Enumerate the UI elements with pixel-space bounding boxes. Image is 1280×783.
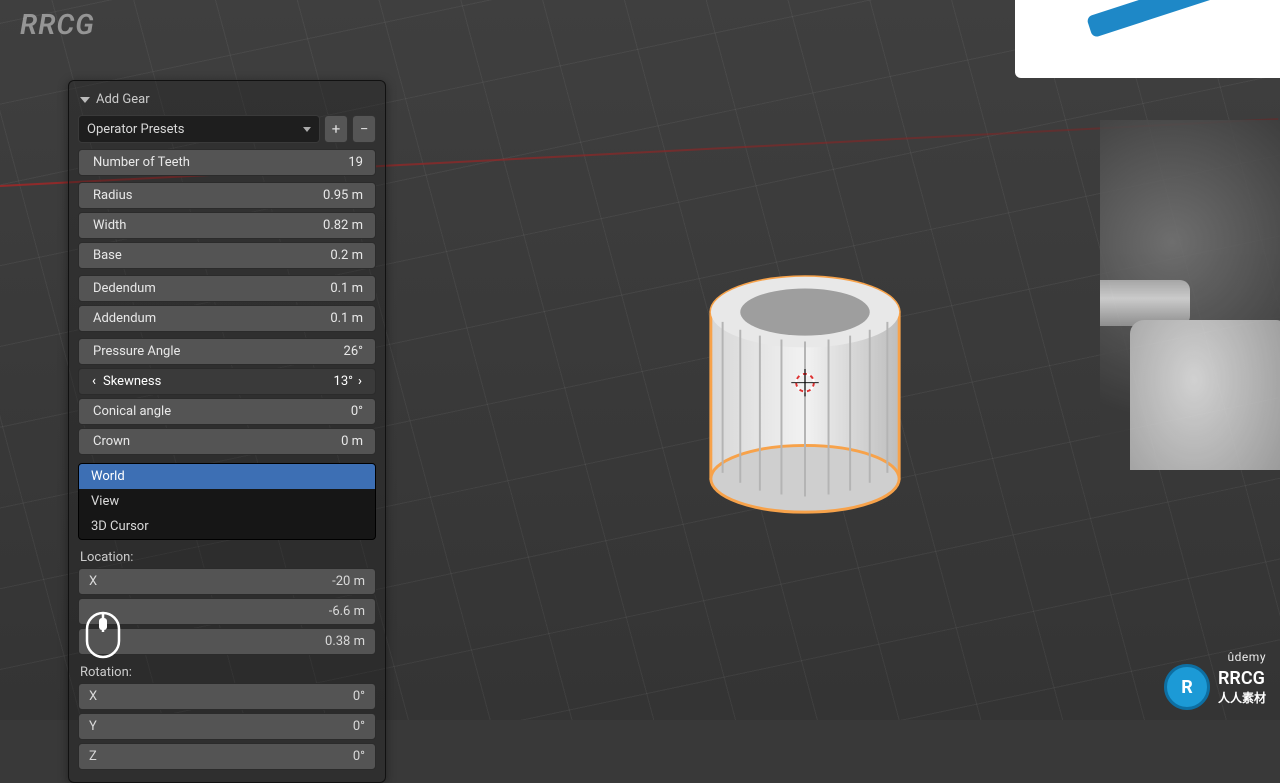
chevron-down-icon xyxy=(303,127,311,132)
preset-add-button[interactable]: + xyxy=(324,115,348,143)
align-enum[interactable]: World View 3D Cursor xyxy=(78,463,376,540)
preset-remove-button[interactable]: − xyxy=(352,115,376,143)
location-label: Location: xyxy=(80,550,376,565)
rotation-x[interactable]: X 0° xyxy=(78,683,376,710)
field-base[interactable]: Base 0.2 m xyxy=(78,242,376,269)
rotation-z[interactable]: Z 0° xyxy=(78,743,376,770)
operator-panel-add-gear: Add Gear Operator Presets + − Number of … xyxy=(68,80,386,783)
mouse-hint-icon xyxy=(84,610,122,660)
location-z[interactable]: 0.38 m xyxy=(78,628,376,655)
panel-header[interactable]: Add Gear xyxy=(78,90,376,115)
increment-icon[interactable]: › xyxy=(355,374,365,389)
align-option-view[interactable]: View xyxy=(79,489,375,514)
field-radius[interactable]: Radius 0.95 m xyxy=(78,182,376,209)
field-pressure-angle[interactable]: Pressure Angle 26° xyxy=(78,338,376,365)
panel-title: Add Gear xyxy=(96,92,150,107)
reference-image-side xyxy=(1100,120,1280,470)
align-option-world[interactable]: World xyxy=(79,464,375,489)
rotation-y[interactable]: Y 0° xyxy=(78,713,376,740)
location-x[interactable]: X -20 m xyxy=(78,568,376,595)
decrement-icon[interactable]: ‹ xyxy=(89,374,99,389)
disclosure-triangle-icon[interactable] xyxy=(80,97,90,103)
gear-mesh-selected[interactable] xyxy=(705,265,905,520)
logo-badge-icon: R xyxy=(1164,664,1210,710)
field-dedendum[interactable]: Dedendum 0.1 m xyxy=(78,275,376,302)
watermark-udemy: ûdemy xyxy=(1228,650,1266,664)
location-y[interactable]: -6.6 m xyxy=(78,598,376,625)
align-option-3d-cursor[interactable]: 3D Cursor xyxy=(79,514,375,539)
field-crown[interactable]: Crown 0 m xyxy=(78,428,376,455)
preset-label: Operator Presets xyxy=(87,122,184,137)
field-number-of-teeth[interactable]: Number of Teeth 19 xyxy=(78,149,376,176)
reference-image-top xyxy=(1015,0,1280,78)
field-conical-angle[interactable]: Conical angle 0° xyxy=(78,398,376,425)
field-addendum[interactable]: Addendum 0.1 m xyxy=(78,305,376,332)
field-width[interactable]: Width 0.82 m xyxy=(78,212,376,239)
field-skewness[interactable]: ‹ Skewness 13° › xyxy=(78,368,376,395)
watermark-logo: R RRCG 人人素材 xyxy=(1164,664,1266,710)
watermark-top-left: RRCG xyxy=(20,8,95,41)
operator-presets-dropdown[interactable]: Operator Presets xyxy=(78,115,320,143)
rotation-label: Rotation: xyxy=(80,665,376,680)
